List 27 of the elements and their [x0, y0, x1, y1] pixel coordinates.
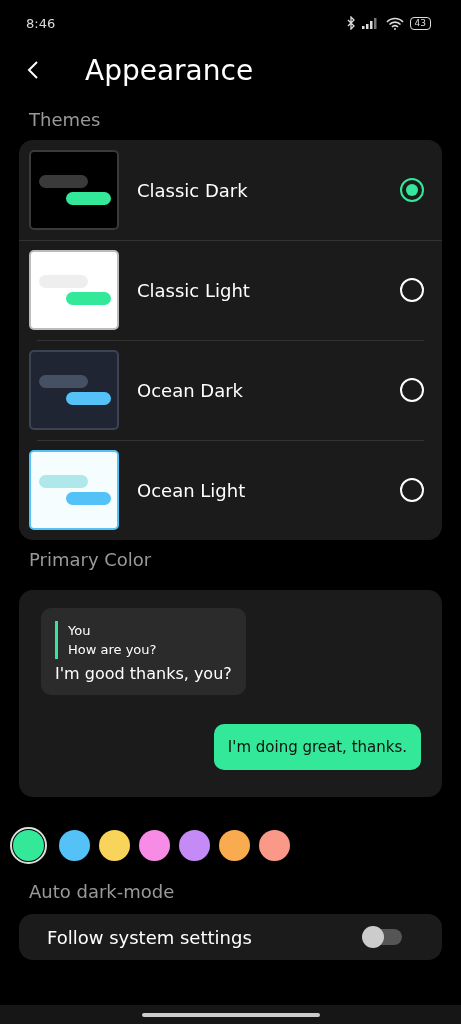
home-indicator[interactable] [141, 1012, 320, 1017]
theme-preview-icon [29, 250, 119, 330]
section-heading: Themes [28, 108, 102, 132]
message-text: I'm good thanks, you? [55, 664, 232, 683]
quote-author: You [68, 622, 92, 640]
outgoing-message: I'm doing great, thanks. [213, 724, 421, 770]
toggle-switch[interactable] [364, 929, 402, 945]
signal-icon [361, 17, 380, 29]
theme-option[interactable]: Classic Light [19, 240, 442, 340]
theme-option[interactable]: Ocean Light [19, 440, 442, 540]
theme-preview-icon [29, 350, 119, 430]
page-title: Appearance [85, 53, 254, 87]
section-heading: Auto dark-mode [28, 880, 176, 904]
setting-label: Follow system settings [47, 926, 252, 948]
quote-text: How are you? [68, 641, 158, 659]
battery-indicator: 43 [409, 16, 431, 30]
theme-preview-icon [29, 150, 119, 230]
back-icon[interactable] [27, 60, 39, 80]
radio-button[interactable] [400, 178, 424, 202]
bluetooth-icon [346, 16, 356, 30]
section-heading: Primary Color [28, 548, 153, 572]
theme-option[interactable]: Ocean Dark [19, 340, 442, 440]
status-time: 8:46 [26, 15, 56, 31]
wifi-icon [385, 16, 404, 30]
theme-option[interactable]: Classic Dark [19, 140, 442, 240]
theme-preview-icon [29, 450, 119, 530]
color-swatch[interactable] [10, 827, 47, 864]
